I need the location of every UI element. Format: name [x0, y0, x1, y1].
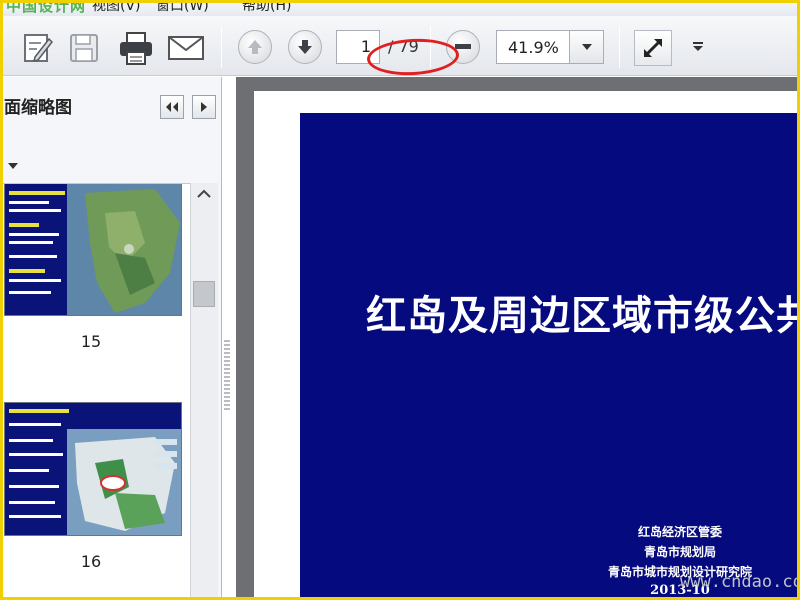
- thumbnail-page-15[interactable]: [4, 184, 182, 316]
- panel-resize-handle[interactable]: [224, 340, 230, 410]
- menu-view[interactable]: 视图(V): [92, 0, 141, 15]
- thumbnail-label-16: 16: [80, 552, 102, 571]
- thumbnail-label-15: 15: [80, 332, 102, 351]
- arrow-down-icon: [298, 40, 312, 54]
- menu-help[interactable]: 帮助(H): [242, 0, 291, 15]
- document-view[interactable]: 红岛及周边区域市级公共中 红岛经济区管委 青岛市规划局 青岛市城市规划设计研究院…: [236, 77, 800, 600]
- next-page-button[interactable]: [288, 30, 322, 64]
- zoom-select[interactable]: 41.9%: [496, 30, 604, 64]
- chevron-right-icon: [201, 102, 207, 112]
- zoom-value: 41.9%: [508, 38, 559, 57]
- expand-icon: [644, 39, 662, 57]
- caret-down-icon: [8, 163, 18, 169]
- chevron-up-icon[interactable]: [196, 189, 212, 199]
- watermark-text: 中国设计网: [6, 0, 87, 15]
- menu-window[interactable]: 窗口(W): [156, 0, 209, 15]
- slide-title: 红岛及周边区域市级公共中: [366, 293, 800, 339]
- arrow-up-icon: [248, 40, 262, 54]
- map-thumbnail-image: [5, 184, 181, 315]
- zoom-dropdown-button[interactable]: [569, 31, 603, 63]
- edit-icon[interactable]: [20, 30, 56, 66]
- double-chevron-left-icon: [166, 102, 178, 112]
- credit-line-2: 青岛市规划局: [643, 545, 716, 559]
- site-watermark: www.cndao.com: [680, 572, 800, 592]
- fit-page-button[interactable]: [634, 30, 672, 66]
- map-thumbnail-image: [5, 403, 181, 535]
- save-icon[interactable]: [66, 30, 102, 66]
- thumbnail-panel: 面缩略图 15 16: [0, 77, 222, 600]
- document-page: 红岛及周边区域市级公共中 红岛经济区管委 青岛市规划局 青岛市城市规划设计研究院…: [254, 91, 800, 600]
- print-icon[interactable]: [116, 29, 156, 67]
- collapse-panel-button[interactable]: [160, 95, 184, 119]
- thumbnail-list: 15 16: [0, 183, 190, 600]
- highlight-circle-annotation: [366, 36, 460, 78]
- slide-content: 红岛及周边区域市级公共中 红岛经济区管委 青岛市规划局 青岛市城市规划设计研究院…: [300, 113, 800, 600]
- toolbar-more-button[interactable]: [688, 38, 708, 56]
- panel-title: 面缩略图: [4, 98, 72, 118]
- menu-bar: 中国设计网 视图(V) 窗口(W) 帮助(H): [0, 0, 800, 16]
- toolbar: 1 / 79 41.9%: [0, 16, 800, 78]
- previous-page-button[interactable]: [238, 30, 272, 64]
- chevron-down-icon: [581, 44, 592, 50]
- chevron-down-icon: [693, 42, 703, 51]
- thumbnail-page-16[interactable]: [4, 402, 182, 536]
- expand-panel-button[interactable]: [192, 95, 216, 119]
- email-icon[interactable]: [166, 32, 206, 64]
- panel-options-button[interactable]: [8, 155, 18, 174]
- credit-line-1: 红岛经济区管委: [637, 525, 722, 539]
- scrollbar-thumb[interactable]: [193, 281, 215, 307]
- thumbnail-scrollbar[interactable]: [190, 183, 218, 600]
